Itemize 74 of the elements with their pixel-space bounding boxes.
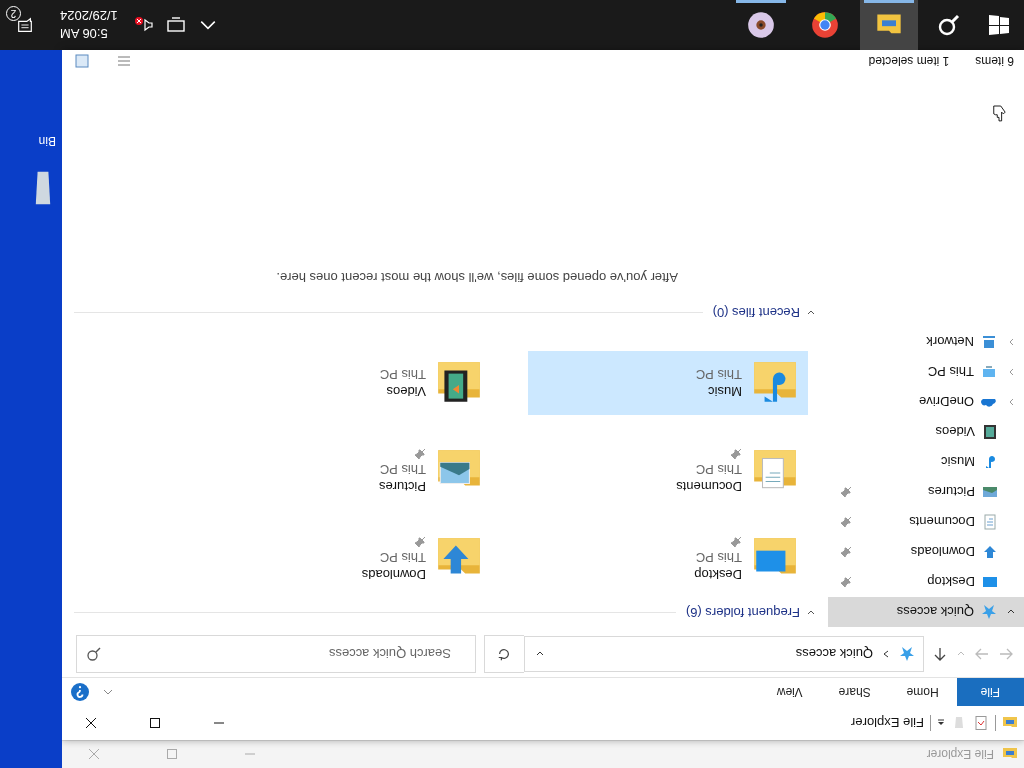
folder-location: This PC [694, 462, 742, 477]
nav-item[interactable]: Pictures [828, 477, 1024, 507]
folder-tile[interactable]: Videos This PC [212, 351, 492, 415]
folder-tile[interactable]: Pictures This PC [212, 439, 492, 503]
folder-location: This PC [379, 367, 426, 382]
windows-logo-icon[interactable] [987, 13, 1011, 37]
document-icon [982, 514, 998, 530]
nav-item[interactable]: Music [828, 447, 1024, 477]
tiles-view-icon[interactable] [74, 53, 90, 69]
monitor-icon [982, 574, 998, 590]
network-icon [981, 334, 997, 350]
address-field[interactable]: Quick access [524, 636, 924, 672]
chevron-right-icon[interactable] [881, 649, 891, 659]
close-icon [88, 748, 100, 761]
volume-muted-icon[interactable] [133, 16, 154, 34]
item-count: 6 items [975, 54, 1014, 68]
caret-icon[interactable] [937, 719, 945, 727]
properties-icon[interactable] [973, 715, 989, 731]
ribbon-tab[interactable]: Share [820, 678, 889, 706]
picture-icon [982, 484, 998, 500]
film-icon [982, 424, 998, 440]
window-title: File Explorer [926, 747, 994, 762]
folder-name: Videos [385, 384, 426, 399]
up-arrow-icon[interactable] [932, 646, 948, 662]
folder-tile[interactable]: Downloads This PC [212, 527, 492, 591]
window-title: File Explorer [851, 715, 924, 731]
star-icon [899, 646, 915, 662]
search-icon [86, 646, 102, 662]
section-header[interactable]: Frequent folders (6) [685, 605, 818, 621]
folder-location: This PC [378, 550, 426, 565]
folder-name: Music [707, 384, 742, 399]
help-icon[interactable] [70, 682, 90, 702]
notification-count: 2 [6, 6, 21, 21]
folder-name: Downloads [361, 567, 426, 582]
folder-location: This PC [695, 367, 742, 382]
selection-count: 1 item selected [868, 54, 950, 68]
folder-name: Desktop [694, 567, 742, 582]
search-field[interactable]: Search Quick access [76, 635, 476, 673]
folder-name: Pictures [379, 479, 426, 494]
notification-icon[interactable] [15, 16, 35, 34]
disc-icon [747, 11, 775, 39]
refresh-icon [497, 647, 512, 661]
nav-item[interactable]: Downloads [828, 537, 1024, 567]
folder-tile[interactable]: Desktop This PC [528, 527, 808, 591]
ribbon-tab[interactable]: View [758, 678, 821, 706]
search-icon[interactable] [937, 13, 961, 37]
taskbar-app[interactable] [860, 0, 918, 50]
folder-location: This PC [379, 462, 426, 477]
clock-date[interactable]: 1/29/2024 [60, 8, 118, 24]
star-icon [981, 604, 997, 620]
clock-time[interactable]: 5:06 AM [60, 26, 108, 42]
nav-item[interactable]: Videos [828, 417, 1024, 447]
hand-cursor-icon [992, 104, 1006, 122]
nav-item[interactable]: OneDrive [828, 387, 1024, 417]
nav-item[interactable]: Quick access [828, 597, 1024, 627]
section-header[interactable]: Recent files (0) [712, 305, 818, 321]
nav-item[interactable]: This PC [828, 357, 1024, 387]
folder-tile[interactable]: Documents This PC [528, 439, 808, 503]
folder-name: Documents [676, 479, 742, 494]
refresh-button[interactable] [484, 635, 524, 673]
ribbon-tab[interactable]: File [956, 678, 1024, 706]
nav-item[interactable]: Desktop [828, 567, 1024, 597]
nav-item[interactable]: Documents [828, 507, 1024, 537]
computer-icon [981, 364, 997, 380]
folder-location: This PC [694, 550, 742, 565]
nav-item[interactable]: Network [828, 327, 1024, 357]
empty-message: After you've opened some files, we'll show the most recent ones here. [275, 270, 678, 285]
desktop-icon-label[interactable]: Bin [38, 134, 56, 148]
ribbon-tab[interactable]: Home [888, 678, 957, 706]
download-arrow-icon [982, 544, 998, 560]
maximize-icon [166, 748, 178, 761]
folder-tile[interactable]: Music This PC [528, 351, 808, 415]
network-icon[interactable] [165, 16, 186, 34]
browser-icon [811, 11, 839, 39]
